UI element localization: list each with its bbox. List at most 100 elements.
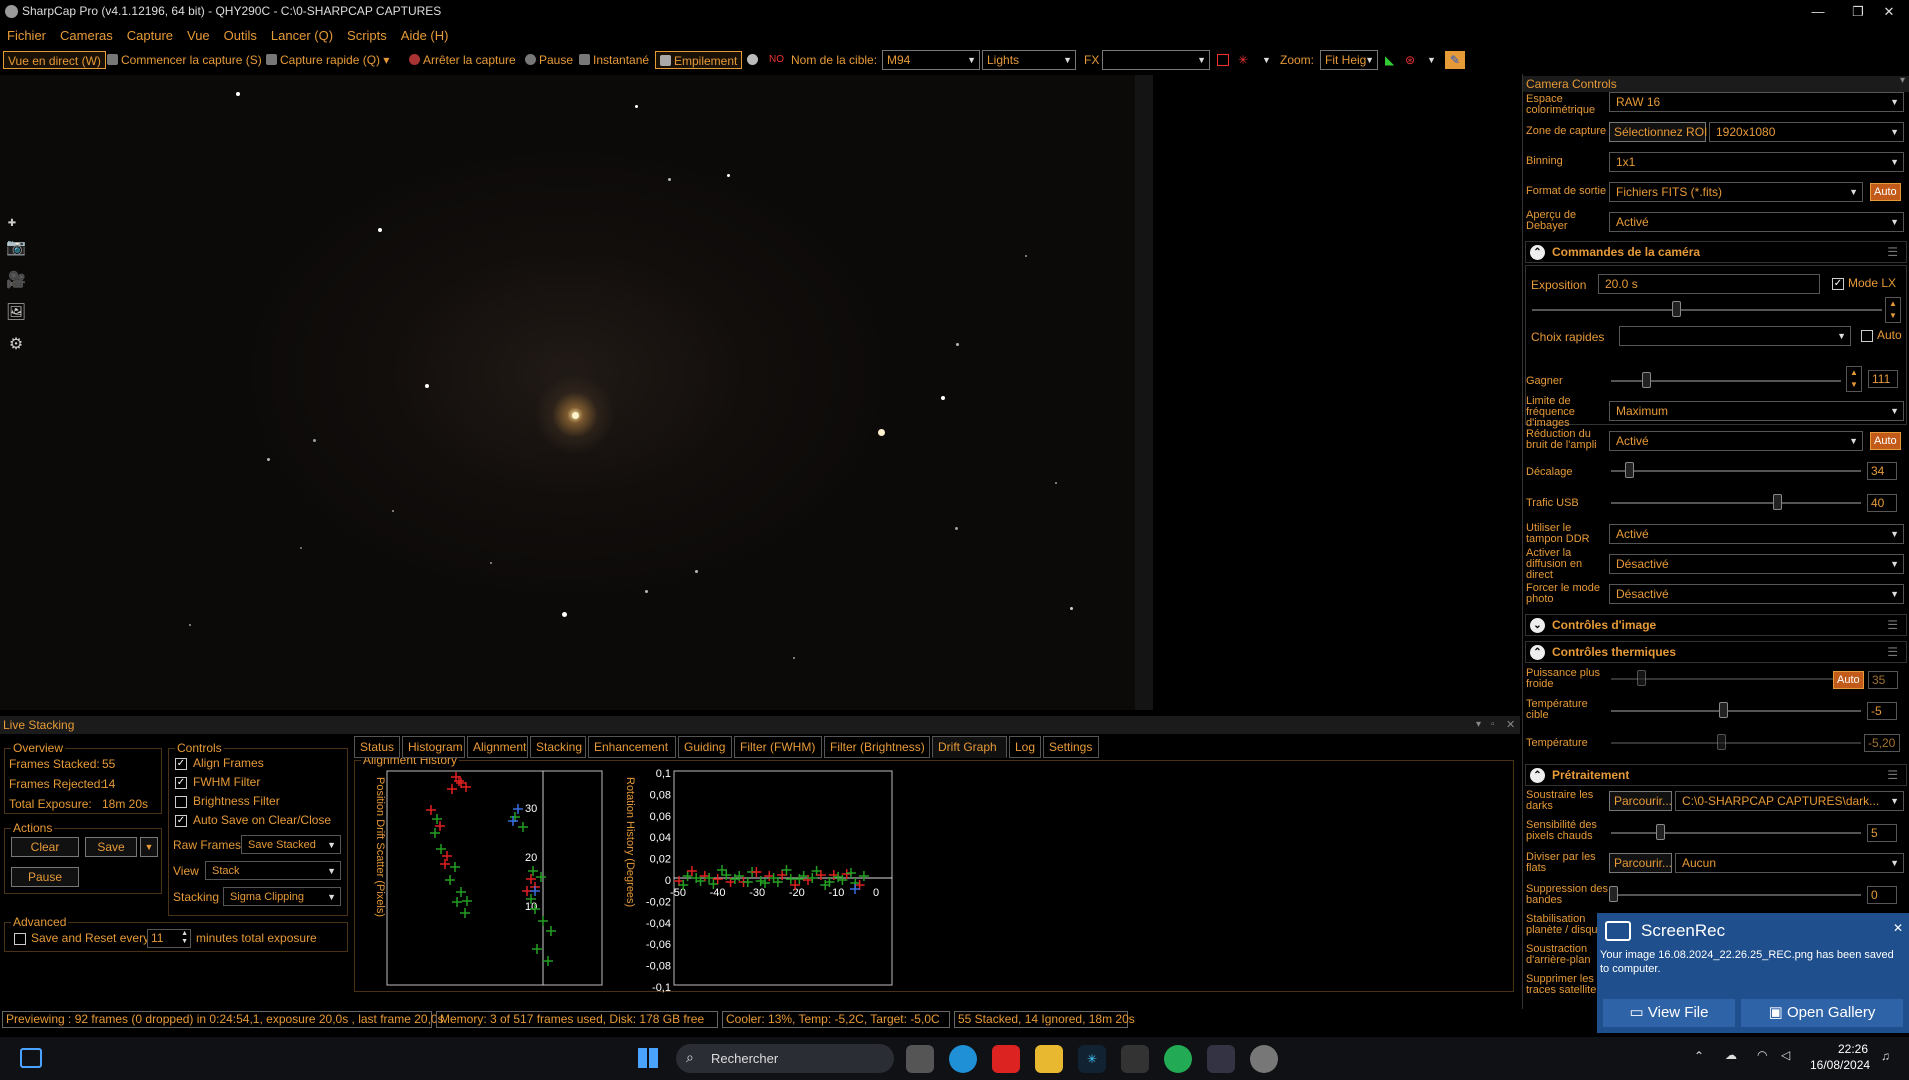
windows-start-icon[interactable] <box>638 1048 658 1068</box>
banding-slider-thumb[interactable] <box>1609 886 1618 902</box>
sharpcap-icon[interactable] <box>1250 1045 1278 1073</box>
taskbar-search[interactable]: ⌕ Rechercher <box>676 1044 894 1073</box>
lx-mode-checkbox[interactable]: ✓ <box>1832 278 1844 290</box>
start-capture-button[interactable]: Commencer la capture (S) <box>107 51 262 69</box>
hot-pixel-slider-thumb[interactable] <box>1656 824 1665 840</box>
tab-filter-fwhm[interactable]: Filter (FWHM) <box>734 736 822 758</box>
video-icon[interactable]: 🎥 <box>5 270 27 290</box>
stacking-select[interactable]: Sigma Clipping ▼ <box>223 887 341 906</box>
save-button[interactable]: Save <box>85 837 137 857</box>
clear-button[interactable]: Clear <box>11 837 79 857</box>
snapshot-button[interactable]: Instantané <box>579 51 649 69</box>
pin-icon[interactable]: ✚ <box>1 218 23 238</box>
section-camera-controls[interactable]: ⌃ Commandes de la caméra ☰ <box>1525 241 1907 263</box>
volume-icon[interactable]: ◁ <box>1781 1048 1790 1062</box>
usb-traffic-slider-thumb[interactable] <box>1773 494 1782 510</box>
chevron-down-icon[interactable]: ▼ <box>1427 51 1436 69</box>
frame-type-select[interactable]: Lights ▼ <box>982 50 1076 70</box>
task-view-icon[interactable] <box>906 1045 934 1073</box>
spark-icon[interactable]: ✳ <box>1078 1045 1106 1073</box>
reticle-icon[interactable]: ✳ <box>1238 51 1248 69</box>
gallery-icon[interactable]: 🖼 <box>5 302 27 322</box>
ddr-buffer-select[interactable]: Activé ▼ <box>1609 524 1904 544</box>
exposure-slider-thumb[interactable] <box>1672 301 1681 317</box>
banding-value[interactable]: 0 <box>1867 886 1897 904</box>
reference-circle-icon[interactable] <box>747 51 761 69</box>
live-view-button[interactable]: Vue en direct (W) <box>3 51 106 69</box>
colour-space-select[interactable]: RAW 16 ▼ <box>1609 92 1904 112</box>
wifi-icon[interactable]: ◠ <box>1757 1048 1767 1062</box>
output-format-auto-button[interactable]: Auto <box>1870 183 1901 201</box>
pause-button[interactable]: Pause <box>525 51 573 69</box>
section-image-controls[interactable]: ⌄ Contrôles d'image ☰ <box>1525 614 1907 636</box>
menu-outils[interactable]: Outils <box>217 24 264 43</box>
exposure-input[interactable]: 20.0 s <box>1598 274 1820 294</box>
tab-settings[interactable]: Settings <box>1043 736 1099 758</box>
tab-alignment[interactable]: Alignment <box>467 736 528 758</box>
hamburger-icon[interactable]: ☰ <box>1887 765 1898 785</box>
app-icon[interactable] <box>1164 1045 1192 1073</box>
section-preprocessing[interactable]: ⌃ Prétraitement ☰ <box>1525 764 1907 786</box>
menu-fichier[interactable]: Fichier <box>0 24 53 43</box>
chevron-down-icon[interactable]: ▾ <box>1476 716 1481 734</box>
banding-slider[interactable] <box>1611 894 1861 896</box>
image-viewer[interactable] <box>0 75 1135 710</box>
roi-icon[interactable] <box>1217 54 1229 66</box>
gear-icon[interactable]: ⚙ <box>5 334 27 354</box>
stacking-button[interactable]: Empilement <box>655 51 743 69</box>
fwhm-filter-checkbox[interactable]: ✓ <box>175 777 187 789</box>
save-reset-checkbox[interactable] <box>14 933 26 945</box>
binning-select[interactable]: 1x1 ▼ <box>1609 152 1904 172</box>
tab-status[interactable]: Status <box>354 736 400 758</box>
select-roi-button[interactable]: Sélectionnez ROI <box>1609 122 1707 142</box>
menu-aide[interactable]: Aide (H) <box>394 24 456 43</box>
target-name-select[interactable]: M94 ▼ <box>882 50 980 70</box>
target-temp-value[interactable]: -5 <box>1867 702 1897 720</box>
chevron-down-icon[interactable]: ▾ <box>1900 75 1905 86</box>
view-file-button[interactable]: ▭ View File <box>1603 999 1735 1027</box>
tab-histogram[interactable]: Histogram <box>402 736 465 758</box>
flats-select[interactable]: Aucun ▼ <box>1675 853 1904 873</box>
offset-slider-thumb[interactable] <box>1625 462 1634 478</box>
raw-frames-select[interactable]: Save Stacked ▼ <box>241 835 341 854</box>
darks-select[interactable]: C:\0-SHARPCAP CAPTURES\dark... ▼ <box>1675 791 1904 811</box>
open-gallery-button[interactable]: ▣ Open Gallery <box>1741 999 1903 1027</box>
pause-stacking-button[interactable]: Pause <box>11 867 79 887</box>
tab-drift-graph[interactable]: Drift Graph <box>932 736 1007 758</box>
hamburger-icon[interactable]: ☰ <box>1887 642 1898 662</box>
cooler-power-auto-button[interactable]: Auto <box>1833 671 1864 689</box>
output-format-select[interactable]: Fichiers FITS (*.fits) ▼ <box>1609 182 1863 202</box>
stepper-icon[interactable]: ▲ ▼ <box>181 930 188 946</box>
brightness-filter-checkbox[interactable] <box>175 796 187 808</box>
frame-rate-select[interactable]: Maximum ▼ <box>1609 401 1904 421</box>
amp-noise-auto-button[interactable]: Auto <box>1870 432 1901 450</box>
usb-traffic-slider[interactable] <box>1611 502 1861 504</box>
stellarium-icon[interactable] <box>1207 1045 1235 1073</box>
quick-picks-select[interactable]: ▼ <box>1619 326 1851 346</box>
close-icon[interactable]: ✕ <box>1506 716 1515 734</box>
target-temp-slider-thumb[interactable] <box>1719 702 1728 718</box>
menu-scripts[interactable]: Scripts <box>340 24 394 43</box>
menu-vue[interactable]: Vue <box>180 24 217 43</box>
menu-lancer[interactable]: Lancer (Q) <box>264 24 340 43</box>
edge-icon[interactable] <box>949 1045 977 1073</box>
chevron-up-icon[interactable]: ⌃ <box>1694 1049 1704 1063</box>
menu-cameras[interactable]: Cameras <box>53 24 120 43</box>
hot-pixel-value[interactable]: 5 <box>1867 824 1897 842</box>
usb-traffic-value[interactable]: 40 <box>1867 494 1897 512</box>
save-reset-input[interactable]: 11 ▲ ▼ <box>147 929 191 948</box>
hot-pixel-slider[interactable] <box>1611 832 1861 834</box>
pin-icon[interactable]: ▫ <box>1491 716 1495 734</box>
tab-stacking[interactable]: Stacking <box>530 736 586 758</box>
tab-log[interactable]: Log <box>1009 736 1041 758</box>
close-icon[interactable]: ✕ <box>1893 921 1903 935</box>
hamburger-icon[interactable]: ☰ <box>1887 242 1898 262</box>
app-icon[interactable] <box>1121 1045 1149 1073</box>
tab-enhancement[interactable]: Enhancement <box>588 736 676 758</box>
hamburger-icon[interactable]: ☰ <box>1887 615 1898 635</box>
vivaldi-icon[interactable] <box>992 1045 1020 1073</box>
gain-slider-thumb[interactable] <box>1642 372 1651 388</box>
save-options-button[interactable]: ▼ <box>140 837 158 857</box>
tab-filter-brightness[interactable]: Filter (Brightness) <box>824 736 930 758</box>
quick-capture-button[interactable]: Capture rapide (Q) ▾ <box>266 51 389 69</box>
